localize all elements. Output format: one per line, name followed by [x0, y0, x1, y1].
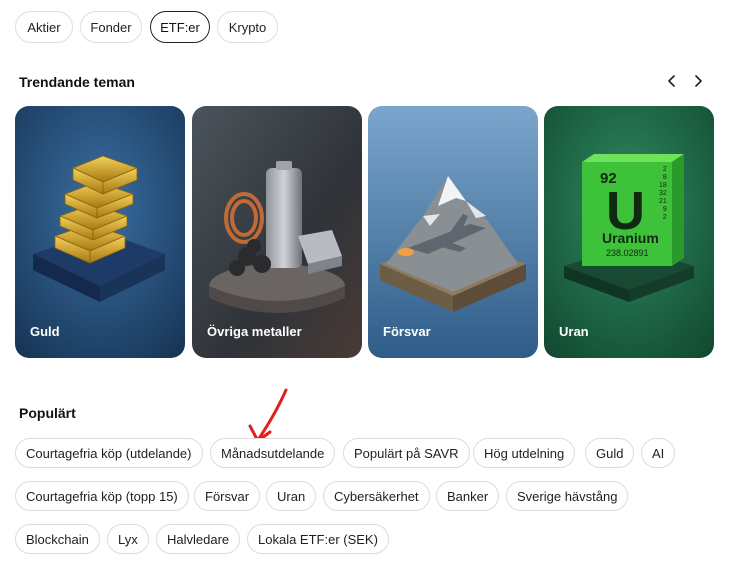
- fighter-jet-mountain-image: [368, 106, 538, 358]
- theme-card-uran[interactable]: 92 2 8 18 32 21 9 2 U Uranium 238.02891 Uran: [544, 106, 714, 358]
- tag-popular-pa-savr[interactable]: Populärt på SAVR: [343, 438, 470, 468]
- tag-banker[interactable]: Banker: [436, 481, 500, 511]
- filter-fonder[interactable]: Fonder: [80, 11, 142, 43]
- tag-courtagefria-topp15[interactable]: Courtagefria köp (topp 15): [15, 481, 189, 511]
- tag-lyx[interactable]: Lyx: [107, 524, 149, 554]
- element-shells: 2 8 18 32 21 9 2: [659, 166, 667, 221]
- tag-sverige-havstang[interactable]: Sverige hävstång: [506, 481, 629, 511]
- tag-blockchain[interactable]: Blockchain: [15, 524, 100, 554]
- theme-card-label: Guld: [30, 324, 60, 339]
- tag-cybersakerhet[interactable]: Cybersäkerhet: [323, 481, 430, 511]
- theme-card-forsvar[interactable]: Försvar: [368, 106, 538, 358]
- theme-card-label: Övriga metaller: [207, 324, 302, 339]
- tag-halvledare[interactable]: Halvledare: [156, 524, 241, 554]
- tag-forsvar[interactable]: Försvar: [194, 481, 261, 511]
- tag-guld[interactable]: Guld: [585, 438, 635, 468]
- tag-lokala-etfer[interactable]: Lokala ETF:er (SEK): [247, 524, 389, 554]
- carousel-prev-button[interactable]: [663, 72, 681, 90]
- element-mass: 238.02891: [606, 248, 649, 258]
- tag-courtagefria-utdelande[interactable]: Courtagefria köp (utdelande): [15, 438, 203, 468]
- battery-metals-image: [192, 106, 362, 358]
- tag-ai[interactable]: AI: [641, 438, 676, 468]
- chevron-right-icon: [695, 75, 702, 87]
- theme-card-ovriga-metaller[interactable]: Övriga metaller: [192, 106, 362, 358]
- theme-card-guld[interactable]: Guld: [15, 106, 185, 358]
- trending-themes-title: Trendande teman: [19, 74, 135, 90]
- element-name: Uranium: [602, 230, 659, 246]
- tag-manadsutdelande[interactable]: Månadsutdelande: [210, 438, 336, 468]
- tag-uran[interactable]: Uran: [266, 481, 317, 511]
- chevron-left-icon: [668, 75, 675, 87]
- tag-hog-utdelning[interactable]: Hög utdelning: [473, 438, 576, 468]
- filter-etfer[interactable]: ETF:er: [150, 11, 210, 43]
- popular-title: Populärt: [19, 405, 76, 421]
- gold-bars-image: [15, 106, 185, 358]
- theme-card-label: Försvar: [383, 324, 431, 339]
- filter-aktier[interactable]: Aktier: [15, 11, 73, 43]
- theme-card-label: Uran: [559, 324, 589, 339]
- filter-krypto[interactable]: Krypto: [217, 11, 278, 43]
- carousel-next-button[interactable]: [689, 72, 707, 90]
